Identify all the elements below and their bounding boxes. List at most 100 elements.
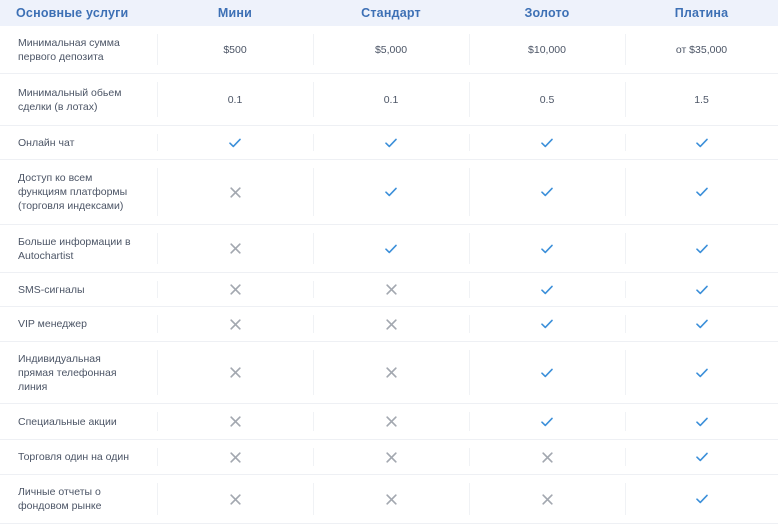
plan-cell [469,273,625,306]
plan-cell [625,307,778,341]
feature-label: Торговля один на один [18,451,130,463]
cross-icon [385,284,397,295]
plan-cell [313,273,469,306]
plan-cell [157,475,313,523]
header-plan-gold: Золото [524,6,570,20]
table-row: Минимальный обьем сделки (в лотах) 0.1 0.1… [0,74,778,126]
plan-cell [157,273,313,306]
table-row: Личные отчеты о фондовом рынке [0,475,778,524]
plan-value: $10,000 [469,26,625,73]
plan-cell [625,475,778,523]
check-icon [695,368,708,378]
table-row: SMS-сигналы [0,273,778,307]
plan-cell [157,440,313,474]
check-icon [541,285,553,295]
plan-cell [313,307,469,341]
check-icon [385,138,397,148]
check-icon [695,452,708,462]
check-icon [541,368,553,378]
cross-icon [385,451,397,463]
plan-cell [469,342,625,403]
header-plan-platinum: Платина [674,6,729,20]
plan-cell [625,404,778,439]
cross-icon [229,451,241,463]
check-icon [385,187,397,197]
plan-cell [469,307,625,341]
check-icon [541,319,553,329]
plan-cell [157,404,313,439]
cross-icon [385,367,397,378]
feature-label: Доступ ко всем функциям платформы (торго… [18,172,128,212]
plan-cell [313,475,469,523]
cross-icon [229,416,241,427]
table-row: Торговля один на один [0,440,778,475]
check-icon [695,285,708,295]
cross-icon [229,318,241,330]
plan-cell [469,440,625,474]
cross-icon [541,493,553,505]
plan-cell [469,126,625,159]
cross-icon [229,284,241,295]
plan-cell [625,126,778,159]
cross-icon [229,367,241,378]
cross-icon [229,243,241,254]
plan-cell [313,404,469,439]
plan-cell [469,475,625,523]
plan-value: $5,000 [313,26,469,73]
plan-cell [157,307,313,341]
table-row: Индивидуальная прямая телефонная линия [0,342,778,404]
check-icon [695,319,708,329]
check-icon [695,494,708,504]
feature-label: Онлайн чат [18,136,75,149]
check-icon [541,187,553,197]
plan-cell [157,126,313,159]
table-row: Онлайн чат [0,126,778,160]
plan-cell [313,126,469,159]
plan-value: $500 [157,26,313,73]
cross-icon [385,416,397,427]
table-row: Минимальная сумма первого депозита $500 $5… [0,26,778,74]
cross-icon [385,493,397,505]
feature-label: Больше информации в Autochartist [18,235,131,262]
plan-cell [469,225,625,272]
check-icon [695,138,708,148]
table-header: Основные услуги Мини Стандарт Золото Пла… [0,0,778,26]
table-body: Минимальная сумма первого депозита $500 $5… [0,26,778,524]
check-icon [541,244,553,254]
header-plan-mini: Мини [217,6,253,20]
plan-value: от $35,000 [625,26,778,73]
cross-icon [541,451,553,463]
feature-label: Специальные акции [18,415,117,428]
plan-cell [469,404,625,439]
cross-icon [229,186,241,198]
check-icon [695,187,708,197]
plan-cell [625,225,778,272]
plan-value: 0.1 [313,74,469,125]
plan-cell [469,160,625,224]
plan-value: 0.1 [157,74,313,125]
comparison-table: Основные услуги Мини Стандарт Золото Пла… [0,0,778,528]
plan-cell [625,160,778,224]
plan-cell [313,440,469,474]
plan-cell [313,160,469,224]
table-row: VIP менеджер [0,307,778,342]
plan-cell [157,342,313,403]
plan-cell [625,273,778,306]
check-icon [695,244,708,254]
feature-label: SMS-сигналы [18,283,85,296]
plan-cell [157,225,313,272]
cross-icon [385,318,397,330]
feature-label: VIP менеджер [18,318,87,330]
cross-icon [229,493,241,505]
table-row: Доступ ко всем функциям платформы (торго… [0,160,778,225]
plan-value: 1.5 [625,74,778,125]
check-icon [541,417,553,427]
feature-label: Минимальная сумма первого депозита [18,36,120,63]
plan-cell [313,342,469,403]
check-icon [229,138,241,148]
plan-cell [157,160,313,224]
feature-label: Индивидуальная прямая телефонная линия [18,352,117,393]
table-row: Специальные акции [0,404,778,440]
check-icon [541,138,553,148]
header-features: Основные услуги [16,6,129,20]
